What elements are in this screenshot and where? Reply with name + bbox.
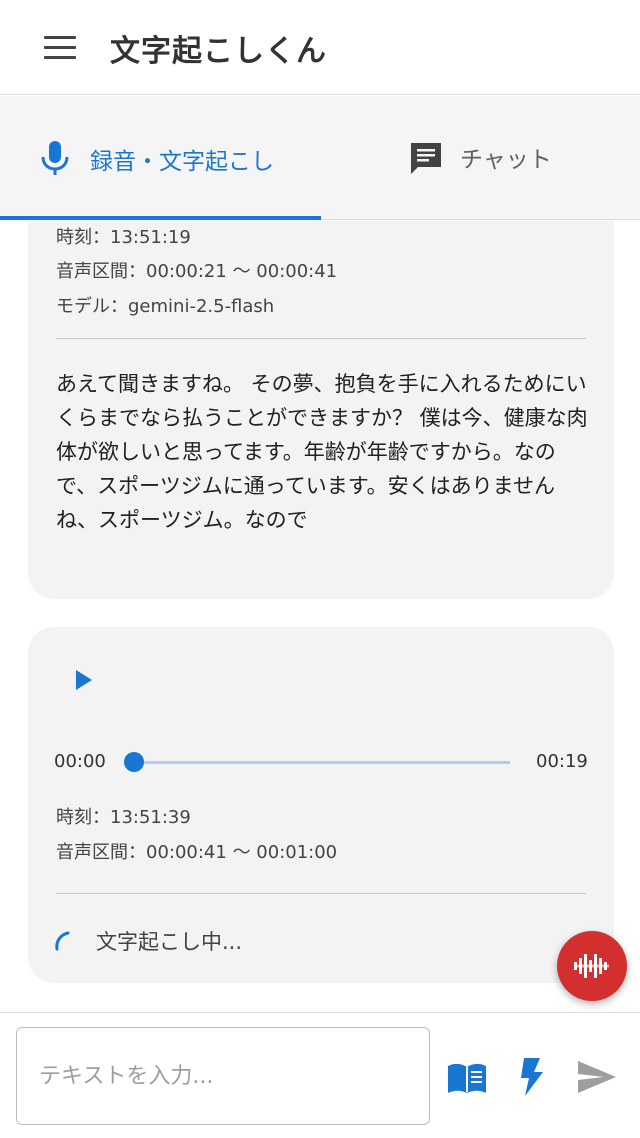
play-icon[interactable] <box>72 667 96 693</box>
transcript-text: あえて聞きますね。 その夢、抱負を手に入れるためにいくらまでなら払うことができま… <box>56 372 588 532</box>
mic-icon <box>41 141 69 175</box>
player-duration: 00:19 <box>536 751 588 772</box>
segment-label: 音声区間：00:00:41 〜 00:01:00 <box>56 842 338 863</box>
app-bar: 文字起こしくん <box>0 0 640 95</box>
tab-record-label: 録音・文字起こし <box>90 149 274 175</box>
chat-icon <box>411 143 441 174</box>
time-label: 時刻：13:51:39 <box>56 807 191 828</box>
app-title: 文字起こしくん <box>110 34 327 69</box>
tab-chat-label: チャット <box>460 147 552 173</box>
card-divider <box>56 893 586 894</box>
waveform-icon <box>574 954 609 978</box>
card-divider <box>56 338 586 339</box>
tab-record-transcribe[interactable]: 録音・文字起こし <box>0 96 320 220</box>
time-label: 時刻：13:51:19 <box>56 227 191 248</box>
recording-fab[interactable] <box>557 931 627 1001</box>
send-icon[interactable] <box>576 1059 618 1095</box>
tab-bar: 録音・文字起こし チャット <box>0 96 640 220</box>
loading-spinner-icon <box>55 931 70 951</box>
active-tab-indicator <box>0 216 321 220</box>
model-label: モデル：gemini-2.5-flash <box>56 296 275 317</box>
slider-thumb[interactable] <box>124 752 144 772</box>
transcription-list[interactable]: 時刻：13:51:19 音声区間：00:00:21 〜 00:00:41 モデル… <box>0 221 640 1011</box>
bolt-icon[interactable] <box>518 1057 546 1097</box>
segment-label: 音声区間：00:00:21 〜 00:00:41 <box>56 261 338 282</box>
menu-icon[interactable] <box>44 36 78 60</box>
input-bar <box>0 1012 640 1138</box>
player-current-time: 00:00 <box>54 751 106 772</box>
transcription-card: 00:00 00:19 時刻：13:51:39 音声区間：00:00:41 〜 … <box>28 627 614 983</box>
audio-seek-slider[interactable] <box>124 749 512 775</box>
transcribing-status: 文字起こし中... <box>96 930 243 954</box>
tab-chat[interactable]: チャット <box>320 96 640 220</box>
slider-track <box>130 761 510 764</box>
book-icon[interactable] <box>446 1061 488 1095</box>
text-input[interactable] <box>16 1027 430 1125</box>
transcription-card: 時刻：13:51:19 音声区間：00:00:21 〜 00:00:41 モデル… <box>28 221 614 599</box>
